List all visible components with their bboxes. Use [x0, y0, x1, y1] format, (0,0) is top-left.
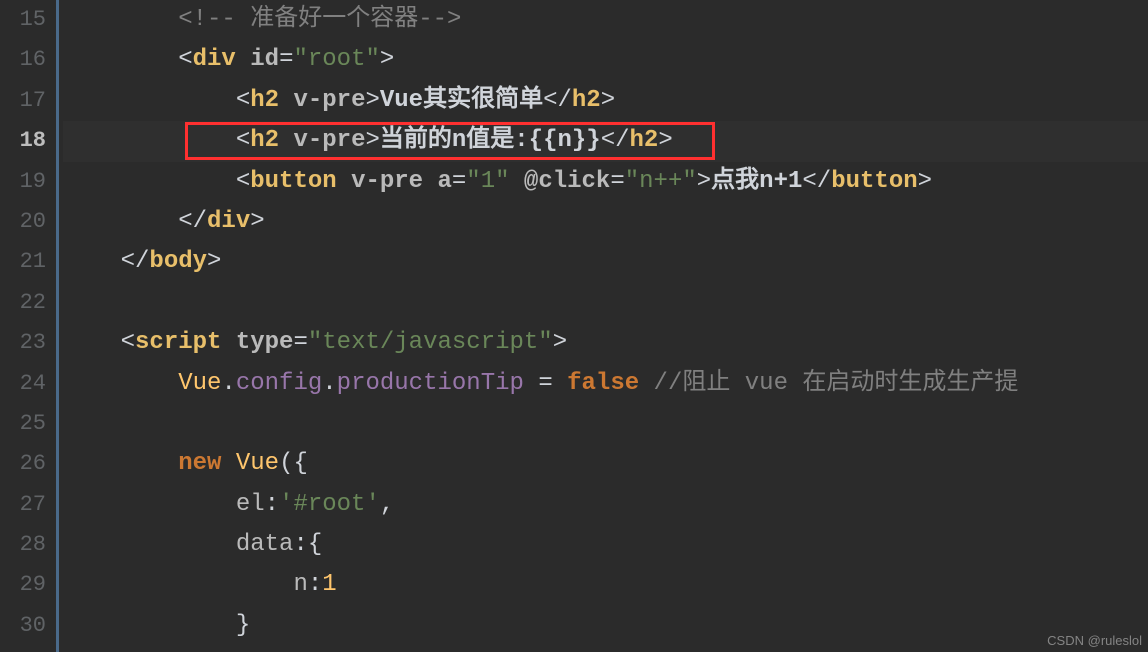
line-number: 17: [0, 81, 46, 121]
line-number: 23: [0, 323, 46, 363]
code-line[interactable]: }: [63, 606, 1148, 646]
code-line[interactable]: </div>: [63, 202, 1148, 242]
code-line[interactable]: <script type="text/javascript">: [63, 323, 1148, 363]
line-number: 16: [0, 40, 46, 80]
line-number: 21: [0, 242, 46, 282]
code-line[interactable]: <!-- 准备好一个容器-->: [63, 0, 1148, 40]
line-number: 19: [0, 162, 46, 202]
line-number: 28: [0, 525, 46, 565]
line-number: 15: [0, 0, 46, 40]
code-line[interactable]: <h2 v-pre>Vue其实很简单</h2>: [63, 81, 1148, 121]
code-line[interactable]: el:'#root',: [63, 485, 1148, 525]
code-line[interactable]: data:{: [63, 525, 1148, 565]
line-number: 20: [0, 202, 46, 242]
code-line[interactable]: </body>: [63, 242, 1148, 282]
code-line[interactable]: [63, 404, 1148, 444]
line-number: 30: [0, 606, 46, 646]
code-area[interactable]: <!-- 准备好一个容器--> <div id="root"> <h2 v-pr…: [56, 0, 1148, 652]
watermark: CSDN @ruleslol: [1047, 633, 1142, 648]
code-line[interactable]: <button v-pre a="1" @click="n++">点我n+1</…: [63, 162, 1148, 202]
code-line[interactable]: <div id="root">: [63, 40, 1148, 80]
line-number: 27: [0, 485, 46, 525]
code-line[interactable]: Vue.config.productionTip = false //阻止 vu…: [63, 364, 1148, 404]
line-number-gutter: 15 16 17 18 19 20 21 22 23 24 25 26 27 2…: [0, 0, 56, 652]
line-number: 29: [0, 565, 46, 605]
code-line[interactable]: [63, 283, 1148, 323]
line-number-current: 18: [0, 121, 46, 161]
code-line[interactable]: n:1: [63, 565, 1148, 605]
line-number: 26: [0, 444, 46, 484]
code-line-current[interactable]: <h2 v-pre>当前的n值是:{{n}}</h2>: [63, 121, 1148, 161]
line-number: 22: [0, 283, 46, 323]
line-number: 24: [0, 364, 46, 404]
code-editor: 15 16 17 18 19 20 21 22 23 24 25 26 27 2…: [0, 0, 1148, 652]
line-number: 25: [0, 404, 46, 444]
code-line[interactable]: new Vue({: [63, 444, 1148, 484]
